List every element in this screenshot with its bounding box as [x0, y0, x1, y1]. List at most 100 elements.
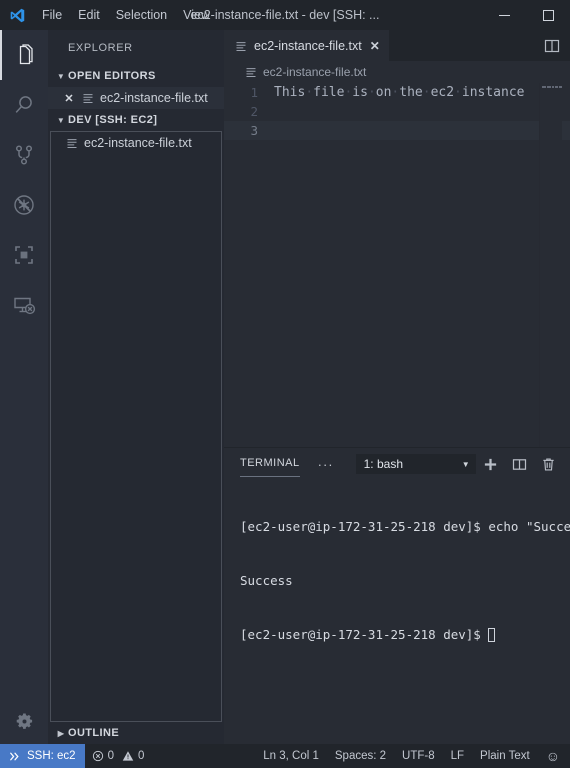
split-icon[interactable]: [512, 457, 527, 472]
close-icon[interactable]: ✕: [62, 92, 76, 105]
run-debug-disabled-icon: [12, 193, 36, 217]
split-editor-icon[interactable]: [544, 38, 560, 54]
code-line: 2: [224, 102, 570, 121]
activity-item-explorer[interactable]: [0, 30, 48, 80]
activity-item-source-control[interactable]: [0, 130, 48, 180]
status-editor-position[interactable]: Ln 3, Col 1: [255, 744, 327, 768]
tab-bar-actions: [544, 30, 570, 61]
chevron-down-icon: ▼: [461, 459, 470, 469]
menu-view[interactable]: View: [175, 4, 218, 26]
minimize-button[interactable]: [482, 0, 526, 30]
tab-label: ec2-instance-file.txt: [254, 38, 362, 53]
tab-bar: ec2-instance-file.txt ✕: [224, 30, 570, 61]
activity-item-extensions[interactable]: [0, 230, 48, 280]
status-warning-count: 0: [137, 750, 145, 762]
status-editor-language[interactable]: Plain Text: [472, 744, 538, 768]
minimap[interactable]: [539, 83, 563, 447]
status-editor-encoding[interactable]: UTF-8: [394, 744, 443, 768]
search-icon: [12, 93, 36, 117]
open-editor-item[interactable]: ✕ ec2-instance-file.txt: [48, 87, 224, 109]
status-remote-label: SSH: ec2: [27, 750, 76, 762]
terminal-cursor: [488, 628, 496, 642]
files-icon: [12, 43, 36, 67]
breadcrumb: ec2-instance-file.txt: [224, 61, 570, 83]
chevron-right-icon: ▶: [57, 728, 65, 738]
title-bar: File Edit Selection View ··· ec2-instanc…: [0, 0, 570, 30]
trash-icon[interactable]: [541, 457, 556, 472]
terminal-line: Success: [240, 573, 293, 588]
terminal-selector[interactable]: 1: bash ▼: [355, 454, 476, 474]
text-editor[interactable]: 1 This·file·is·on·the·ec2·instance 2 3: [224, 83, 570, 447]
tab-ec2-instance-file[interactable]: ec2-instance-file.txt ✕: [224, 30, 390, 61]
text-file-icon: [81, 92, 95, 104]
code-lines: 1 This·file·is·on·the·ec2·instance 2 3: [224, 83, 570, 447]
editor-scrollbar[interactable]: [562, 83, 570, 447]
section-open-editors-label: OPEN EDITORS: [68, 70, 156, 82]
file-tree: ec2-instance-file.txt: [50, 131, 222, 722]
line-number: 2: [250, 104, 258, 119]
terminal-line-prompt: [ec2-user@ip-172-31-25-218 dev]$: [240, 626, 570, 644]
menu-selection[interactable]: Selection: [108, 4, 175, 26]
section-outline[interactable]: ▶ OUTLINE: [48, 722, 224, 744]
window-controls: [482, 0, 570, 30]
section-outline-label: OUTLINE: [68, 727, 120, 739]
text-file-icon: [244, 66, 258, 78]
panel-terminal: TERMINAL ··· 1: bash ▼ [ec2-user@ip-172-…: [224, 447, 570, 744]
source-control-icon: [12, 143, 36, 167]
status-remote-host[interactable]: SSH: ec2: [0, 744, 85, 768]
warning-icon: [122, 750, 134, 762]
section-open-editors[interactable]: ▼ OPEN EDITORS: [48, 65, 224, 87]
terminal-prompt-text: [ec2-user@ip-172-31-25-218 dev]$: [240, 627, 489, 642]
vscode-window: File Edit Selection View ··· ec2-instanc…: [0, 0, 570, 768]
status-problems[interactable]: 0 0: [85, 744, 152, 768]
terminal-selector-value: 1: bash: [363, 457, 403, 471]
status-error-count: 0: [107, 750, 114, 762]
code-line-current: 3: [224, 121, 570, 140]
maximize-button[interactable]: [526, 0, 570, 30]
status-editor-indentation[interactable]: Spaces: 2: [327, 744, 394, 768]
tab-close-icon[interactable]: ✕: [370, 39, 380, 53]
section-workspace[interactable]: ▼ DEV [SSH: EC2]: [48, 109, 224, 131]
menu-file[interactable]: File: [34, 4, 70, 26]
activity-item-settings[interactable]: [0, 698, 48, 744]
feedback-smiley-glyph: ☺: [545, 748, 560, 764]
code-line: 1 This·file·is·on·the·ec2·instance: [224, 83, 570, 102]
workbench-body: EXPLORER ▼ OPEN EDITORS ✕ ec2-instance-f…: [0, 30, 570, 744]
terminal-line: [ec2-user@ip-172-31-25-218 dev]$ echo "S…: [240, 519, 570, 534]
panel-actions: [483, 457, 560, 472]
activity-item-run-and-debug[interactable]: [0, 180, 48, 230]
minimap-line: [540, 86, 563, 89]
extensions-icon: [12, 243, 36, 267]
remote-icon: [9, 750, 22, 763]
panel-more-icon[interactable]: ···: [318, 457, 334, 472]
menu-overflow[interactable]: ···: [218, 4, 247, 26]
remote-explorer-icon: [12, 293, 36, 317]
section-workspace-label: DEV [SSH: EC2]: [68, 114, 158, 126]
activity-item-remote-explorer[interactable]: [0, 280, 48, 330]
sidebar-title: EXPLORER: [68, 41, 133, 54]
menu-edit[interactable]: Edit: [70, 4, 108, 26]
breadcrumb-item[interactable]: ec2-instance-file.txt: [263, 65, 366, 79]
menu-bar: File Edit Selection View ···: [34, 4, 247, 26]
text-file-icon: [65, 137, 79, 149]
activity-item-search[interactable]: [0, 80, 48, 130]
status-bar-right: Ln 3, Col 1 Spaces: 2 UTF-8 LF Plain Tex…: [255, 744, 570, 768]
open-editor-label: ec2-instance-file.txt: [100, 91, 208, 105]
editor-group: ec2-instance-file.txt ✕ ec2-instance-fil…: [224, 30, 570, 744]
line-number: 1: [250, 85, 258, 100]
tab-terminal[interactable]: TERMINAL: [240, 457, 300, 477]
status-editor-eol[interactable]: LF: [443, 744, 472, 768]
plus-icon[interactable]: [483, 457, 498, 472]
sidebar-explorer: EXPLORER ▼ OPEN EDITORS ✕ ec2-instance-f…: [48, 30, 224, 744]
status-bar: SSH: ec2 0 0 Ln 3, Col 1 Spaces: 2 UTF-8: [0, 744, 570, 768]
line-number: 3: [250, 123, 258, 138]
activity-bar: [0, 30, 48, 744]
line-content: This·file·is·on·the·ec2·instance: [274, 85, 525, 100]
chevron-down-icon: ▼: [56, 115, 66, 125]
error-icon: [92, 750, 104, 762]
tree-item-file[interactable]: ec2-instance-file.txt: [51, 132, 221, 154]
tree-item-label: ec2-instance-file.txt: [84, 136, 192, 150]
vscode-logo-icon: [0, 0, 34, 30]
terminal-output[interactable]: [ec2-user@ip-172-31-25-218 dev]$ echo "S…: [224, 480, 570, 744]
feedback-smiley-icon[interactable]: ☺: [538, 744, 570, 768]
